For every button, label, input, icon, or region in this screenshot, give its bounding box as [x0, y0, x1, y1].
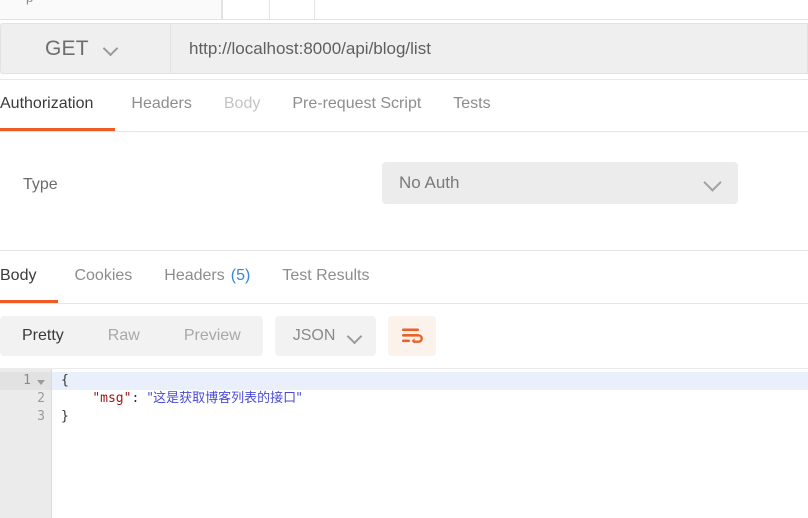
- code-line: }: [52, 408, 808, 426]
- line-number-text: 1: [23, 373, 31, 388]
- code-line: {: [52, 372, 808, 390]
- postman-request-response-panel: p GET http://localhost:8000/api/blog/lis…: [0, 0, 808, 518]
- clipped-cell-a: [222, 0, 270, 19]
- line-number: 2: [37, 391, 45, 406]
- http-method-label: GET: [45, 36, 89, 60]
- code-token-punct: :: [131, 391, 148, 406]
- response-body-viewer[interactable]: 1 2 3 { "msg": "这是获取博客列表的接口"}: [0, 369, 808, 518]
- response-language-label: JSON: [292, 327, 336, 344]
- response-tab-cookies[interactable]: Cookies: [58, 251, 148, 303]
- format-mode-pretty[interactable]: Pretty: [0, 316, 86, 356]
- line-number: 1: [0, 372, 51, 390]
- request-tab-bar: Authorization Headers Body Pre-request S…: [0, 80, 808, 132]
- response-tab-test-results[interactable]: Test Results: [266, 251, 385, 303]
- format-mode-preview[interactable]: Preview: [162, 316, 263, 356]
- clipped-cell-b: [270, 0, 315, 19]
- response-panel: Body Cookies Headers (5) Test Results Pr…: [0, 251, 808, 518]
- code-token-key: "msg": [92, 391, 132, 406]
- tab-tests[interactable]: Tests: [437, 80, 506, 131]
- tab-authorization[interactable]: Authorization: [0, 80, 116, 131]
- line-number: 3: [37, 409, 45, 424]
- clipped-tab-text: p: [26, 0, 33, 5]
- response-headers-count: (5): [230, 266, 251, 284]
- chevron-down-icon: [105, 42, 118, 55]
- http-method-selector[interactable]: GET: [0, 23, 170, 74]
- response-tab-headers-label: Headers: [164, 266, 225, 284]
- response-tab-headers[interactable]: Headers (5): [148, 251, 266, 303]
- auth-type-value: No Auth: [399, 173, 460, 192]
- authorization-panel: Type No Auth: [0, 132, 808, 251]
- tab-headers[interactable]: Headers: [115, 80, 207, 131]
- auth-type-label: Type: [23, 176, 58, 193]
- clipped-tab-cell: p: [0, 0, 222, 19]
- word-wrap-toggle[interactable]: [388, 316, 437, 356]
- tab-body[interactable]: Body: [208, 80, 276, 131]
- code-token-str: "这是获取博客列表的接口": [147, 391, 303, 406]
- fold-triangle-icon[interactable]: [37, 379, 45, 385]
- chevron-down-icon: [349, 330, 362, 343]
- response-language-select[interactable]: JSON: [274, 316, 377, 356]
- url-input[interactable]: http://localhost:8000/api/blog/list: [170, 23, 808, 74]
- request-url-bar: GET http://localhost:8000/api/blog/list: [0, 20, 808, 80]
- code-token-punct: }: [61, 409, 69, 424]
- code-token-punct: {: [61, 373, 69, 388]
- clipped-cell-rest: [315, 0, 808, 19]
- chevron-down-icon: [705, 175, 721, 191]
- response-tab-bar: Body Cookies Headers (5) Test Results: [0, 251, 808, 304]
- line-number-gutter: 1 2 3: [0, 369, 52, 518]
- code-content[interactable]: { "msg": "这是获取博客列表的接口"}: [52, 369, 808, 518]
- word-wrap-icon: [402, 328, 424, 344]
- format-mode-raw[interactable]: Raw: [86, 316, 162, 356]
- response-tab-body[interactable]: Body: [0, 251, 59, 303]
- auth-type-select[interactable]: No Auth: [382, 162, 738, 204]
- clipped-top-row: p: [0, 0, 808, 20]
- response-format-toolbar: Pretty Raw Preview JSON: [0, 304, 808, 369]
- code-line: "msg": "这是获取博客列表的接口": [52, 390, 808, 408]
- tab-pre-request-script[interactable]: Pre-request Script: [276, 80, 437, 131]
- format-mode-group: Pretty Raw Preview: [0, 316, 263, 356]
